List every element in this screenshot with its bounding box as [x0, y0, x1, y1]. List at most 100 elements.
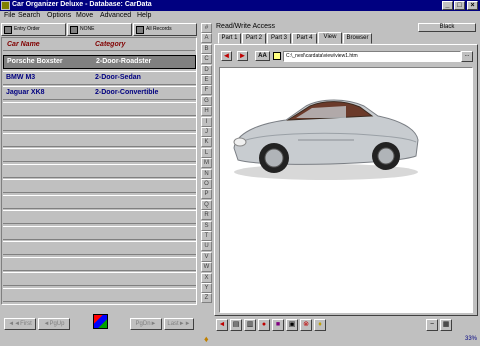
zoom-level: 33%	[464, 336, 477, 342]
all-records-button[interactable]: All Records	[133, 23, 197, 36]
column-header-category[interactable]: Category	[95, 41, 125, 48]
column-header-car-name[interactable]: Car Name	[7, 41, 40, 48]
forward-arrow-icon[interactable]: ►	[237, 51, 248, 61]
alpha-index-item[interactable]: H	[201, 106, 212, 117]
delete-icon[interactable]: ▥	[244, 319, 256, 331]
alpha-index-item[interactable]: E	[201, 75, 212, 85]
alpha-index-item[interactable]: A	[201, 33, 212, 44]
empty-list-item[interactable]	[3, 132, 196, 147]
image-icon[interactable]: ▦	[440, 319, 452, 331]
alpha-index-item[interactable]: #	[201, 23, 212, 33]
page-down-button[interactable]: PgDn►	[130, 318, 162, 330]
alpha-index-item[interactable]: G	[201, 95, 212, 106]
alpha-index-item[interactable]: S	[201, 220, 212, 231]
export-icon[interactable]: ▣	[286, 319, 298, 331]
list-toolbar: Entry Order NONE All Records	[1, 23, 198, 36]
empty-list-item[interactable]	[3, 101, 196, 116]
tab-part-1[interactable]: Part 1	[218, 33, 241, 44]
maximize-button[interactable]: □	[454, 1, 465, 10]
empty-list-item[interactable]	[3, 272, 196, 286]
tab-view[interactable]: View	[318, 32, 342, 44]
alpha-index-item[interactable]: N	[201, 168, 212, 179]
menu-options[interactable]: Options	[47, 12, 71, 19]
alpha-index-item[interactable]: M	[201, 158, 212, 169]
alpha-index-item[interactable]: I	[201, 116, 212, 127]
list-item[interactable]: Porsche Boxster 2-Door-Roadster	[3, 55, 196, 69]
menu-advanced[interactable]: Advanced	[100, 12, 131, 19]
minus-icon[interactable]: −	[426, 319, 438, 331]
car-name-cell: BMW M3	[6, 73, 36, 81]
edit-icon[interactable]: ■	[272, 319, 284, 331]
alphabet-index: # A B C D E F G H I J K L M N O P Q R S T U V W X Y Z	[201, 23, 212, 305]
alpha-index-item[interactable]: U	[201, 241, 212, 252]
alpha-index-item[interactable]: W	[201, 262, 212, 273]
refresh-icon[interactable]: ●	[258, 319, 270, 331]
alpha-index-item[interactable]: Q	[201, 199, 212, 210]
list-header: Car Name Category	[3, 39, 195, 51]
alpha-index-item[interactable]: F	[201, 85, 212, 96]
alpha-index-item[interactable]: J	[201, 127, 212, 137]
back-arrow-icon[interactable]: ◄	[221, 51, 232, 61]
all-records-label: All Records	[146, 26, 172, 32]
first-record-button[interactable]: ◄◄First	[4, 318, 36, 330]
tab-part-3[interactable]: Part 3	[267, 33, 291, 44]
alpha-index-item[interactable]: Z	[201, 293, 212, 304]
minimize-button[interactable]: _	[442, 1, 453, 10]
window-title: Car Organizer Deluxe - Database: CarData	[12, 1, 152, 8]
path-field[interactable]: C:\_nexl\cardata\view\view1.htm	[283, 51, 461, 62]
alpha-index-item[interactable]: C	[201, 54, 212, 65]
entry-order-button[interactable]: Entry Order	[1, 23, 66, 36]
tab-part-2[interactable]: Part 2	[242, 33, 266, 44]
print-icon[interactable]: ▤	[230, 319, 242, 331]
font-size-button[interactable]: AA	[255, 51, 270, 61]
alpha-index-item[interactable]: L	[201, 147, 212, 158]
close-button[interactable]: ×	[467, 1, 478, 10]
alpha-index-item[interactable]: X	[201, 272, 212, 283]
tab-browser[interactable]: Browser	[343, 33, 372, 44]
alpha-index-item[interactable]: D	[201, 64, 212, 75]
alpha-index-item[interactable]: B	[201, 43, 212, 54]
empty-list-item[interactable]	[3, 210, 196, 224]
color-palette-icon[interactable]	[93, 314, 108, 329]
page-up-button[interactable]: ◄PgUp	[38, 318, 70, 330]
last-label: Last	[167, 321, 179, 327]
tab-part-4[interactable]: Part 4	[292, 33, 317, 44]
empty-list-item[interactable]	[3, 225, 196, 240]
empty-list-item[interactable]	[3, 117, 196, 131]
alpha-index-item[interactable]: O	[201, 179, 212, 189]
menu-file[interactable]: File	[4, 12, 15, 19]
empty-list-item[interactable]	[3, 148, 196, 162]
alpha-index-item[interactable]: P	[201, 189, 212, 200]
html-viewer[interactable]	[219, 67, 473, 313]
last-record-button[interactable]: Last►►	[164, 318, 194, 330]
alpha-index-item[interactable]: Y	[201, 283, 212, 293]
empty-list-item[interactable]	[3, 179, 196, 193]
empty-list-item[interactable]	[3, 256, 196, 271]
browse-button[interactable]: ...	[461, 51, 473, 62]
bulb-icon[interactable]: ♦	[314, 319, 326, 331]
access-status: Read/Write Access	[216, 23, 276, 30]
empty-list-item[interactable]	[3, 287, 196, 302]
list-item[interactable]: BMW M3 2-Door-Sedan	[3, 70, 196, 85]
empty-list-item[interactable]	[3, 194, 196, 209]
alpha-index-item[interactable]: V	[201, 251, 212, 262]
menu-help[interactable]: Help	[137, 12, 151, 19]
menu-move[interactable]: Move	[76, 12, 93, 19]
menu-search[interactable]: Search	[18, 12, 40, 19]
alpha-index-item[interactable]: R	[201, 210, 212, 221]
alpha-index-item[interactable]: T	[201, 231, 212, 241]
stop-icon[interactable]: ⊗	[300, 319, 312, 331]
empty-list-item[interactable]	[3, 163, 196, 178]
list-item[interactable]: Jaguar XK8 2-Door-Convertible	[3, 86, 196, 100]
category-cell: 2-Door-Convertible	[95, 89, 159, 96]
navigation-bar: ◄◄First ◄PgUp PgDn► Last►►	[1, 307, 197, 342]
alpha-index-item[interactable]: K	[201, 137, 212, 148]
view-panel: ◄ ► AA C:\_nexl\cardata\view\view1.htm .…	[214, 44, 478, 316]
color-label-button[interactable]: Black	[418, 23, 476, 32]
filter-button[interactable]: NONE	[67, 23, 132, 36]
records-icon	[136, 26, 144, 34]
detail-tabs: Part 1 Part 2 Part 3 Part 4 View Browser	[216, 32, 478, 44]
empty-list-item[interactable]	[3, 241, 196, 255]
back-icon[interactable]: ◄	[216, 319, 228, 331]
key-icon: ♦	[204, 334, 209, 344]
